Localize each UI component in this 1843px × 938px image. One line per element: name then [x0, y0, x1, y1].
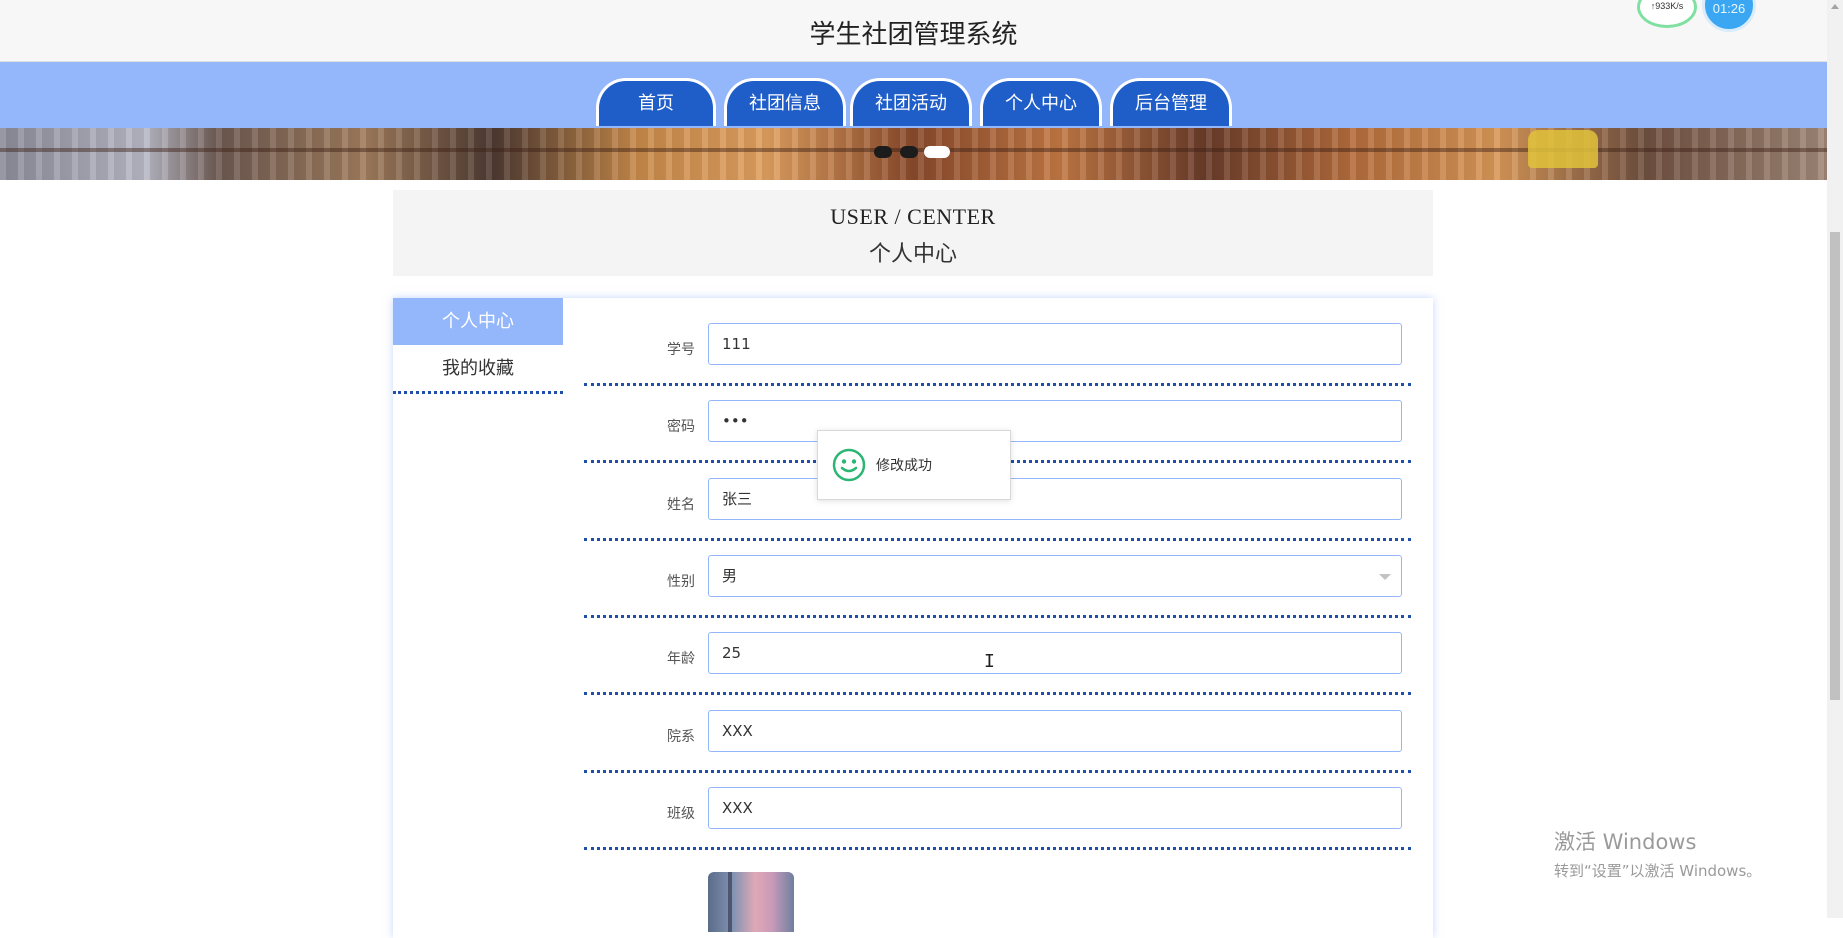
carousel-dot-3[interactable]: [924, 146, 950, 158]
scroll-up-arrow-icon[interactable]: [1831, 4, 1839, 9]
name-label: 姓名: [667, 497, 695, 513]
scrollbar-thumb[interactable]: [1830, 232, 1840, 700]
form-row-age: 年龄 25: [584, 618, 1411, 695]
form-row-department: 院系 XXX: [584, 696, 1411, 773]
section-title-cn: 个人中心: [868, 242, 957, 267]
class-input[interactable]: XXX: [708, 787, 1402, 829]
form-row-gender: 性别 男: [584, 541, 1411, 618]
name-input[interactable]: 张三: [708, 478, 1402, 520]
sidebar-item-favorites[interactable]: 我的收藏: [393, 345, 563, 394]
network-speed-badge[interactable]: ↑933K/s: [1637, 0, 1697, 28]
sidebar-menu: 个人中心 我的收藏: [393, 298, 563, 394]
nav-tab-club-activities[interactable]: 社团活动: [850, 78, 972, 126]
nav-tab-admin[interactable]: 后台管理: [1110, 78, 1232, 126]
windows-activation-watermark: 激活 Windows 转到“设置”以激活 Windows。: [1554, 826, 1761, 881]
nav-tab-club-info[interactable]: 社团信息: [724, 78, 846, 126]
age-input[interactable]: 25: [708, 632, 1402, 674]
class-label: 班级: [667, 806, 695, 822]
main-navbar: 首页 社团信息 社团活动 个人中心 后台管理: [0, 62, 1827, 128]
carousel-dot-1[interactable]: [874, 146, 892, 158]
chevron-down-icon: [1379, 574, 1391, 580]
password-input[interactable]: •••: [708, 400, 1402, 442]
nav-tab-personal-center[interactable]: 个人中心: [980, 78, 1102, 126]
avatar-image[interactable]: [708, 872, 794, 932]
text-cursor-icon: I: [984, 651, 995, 672]
banner-jar-shape: [1528, 130, 1598, 168]
watermark-title: 激活 Windows: [1554, 830, 1697, 854]
sidebar-item-personal-center[interactable]: 个人中心: [393, 298, 563, 345]
form-row-student-id: 学号 111: [584, 309, 1411, 386]
section-title-en: USER / CENTER: [830, 204, 996, 229]
form-row-class: 班级 XXX: [584, 773, 1411, 850]
success-toast: 修改成功: [817, 430, 1011, 500]
student-id-label: 学号: [667, 342, 695, 358]
password-label: 密码: [667, 419, 695, 435]
section-heading: USER / CENTER 个人中心: [393, 190, 1433, 276]
department-label: 院系: [667, 729, 695, 745]
gender-select-value: 男: [722, 567, 738, 585]
vertical-scrollbar[interactable]: [1827, 0, 1843, 918]
watermark-subtitle: 转到“设置”以激活 Windows。: [1554, 862, 1762, 880]
gender-select[interactable]: 男: [708, 555, 1402, 597]
gender-label: 性别: [667, 574, 695, 590]
toast-message: 修改成功: [876, 458, 932, 474]
smiley-icon: [832, 448, 866, 482]
top-header: 学生社团管理系统 ↑933K/s 01:26: [0, 0, 1827, 62]
department-input[interactable]: XXX: [708, 710, 1402, 752]
clock-badge[interactable]: 01:26: [1702, 0, 1756, 32]
nav-tab-home[interactable]: 首页: [596, 78, 716, 126]
age-label: 年龄: [667, 651, 695, 667]
site-title: 学生社团管理系统: [809, 20, 1018, 50]
student-id-input[interactable]: 111: [708, 323, 1402, 365]
carousel-dot-2[interactable]: [900, 146, 918, 158]
